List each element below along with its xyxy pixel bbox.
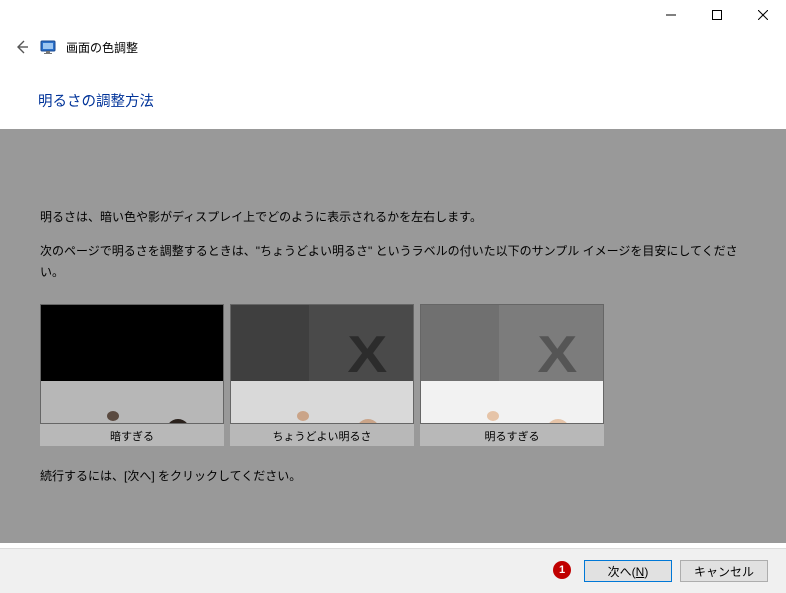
sample-too-bright: X 明るすぎる xyxy=(420,304,604,446)
next-button-label-prefix: 次へ( xyxy=(608,565,636,579)
footer: 次へ(N) キャンセル xyxy=(0,548,786,593)
back-arrow-icon[interactable] xyxy=(14,39,30,55)
next-button-label-suffix: ) xyxy=(644,565,648,579)
header: 画面の色調整 xyxy=(0,30,786,64)
cancel-button[interactable]: キャンセル xyxy=(680,560,768,582)
window-controls xyxy=(648,0,786,30)
sample-caption-dark: 暗すぎる xyxy=(40,424,224,446)
sample-good: X ちょうどよい明るさ xyxy=(230,304,414,446)
sample-caption-bright: 明るすぎる xyxy=(420,424,604,446)
app-title: 画面の色調整 xyxy=(66,39,138,56)
page-heading: 明るさの調整方法 xyxy=(38,90,786,111)
maximize-button[interactable] xyxy=(694,0,740,30)
sample-images-row: 暗すぎる X ちょうどよい明るさ xyxy=(40,304,746,446)
paragraph-2: 次のページで明るさを調整するときは、"ちょうどよい明るさ" というラベルの付いた… xyxy=(40,241,746,282)
close-button[interactable] xyxy=(740,0,786,30)
content-panel: 明るさは、暗い色や影がディスプレイ上でどのように表示されるかを左右します。 次の… xyxy=(0,129,786,543)
next-button[interactable]: 次へ(N) xyxy=(584,560,672,582)
minimize-button[interactable] xyxy=(648,0,694,30)
sample-caption-good: ちょうどよい明るさ xyxy=(230,424,414,446)
sample-too-dark: 暗すぎる xyxy=(40,304,224,446)
cancel-button-label: キャンセル xyxy=(694,565,754,579)
sample-image-good: X xyxy=(230,304,414,424)
heading-area: 明るさの調整方法 xyxy=(0,64,786,129)
annotation-step-1: 1 xyxy=(553,561,571,579)
titlebar xyxy=(0,0,786,30)
sample-image-bright: X xyxy=(420,304,604,424)
sample-image-dark xyxy=(40,304,224,424)
continue-hint: 続行するには、[次へ] をクリックしてください。 xyxy=(40,466,746,486)
paragraph-1: 明るさは、暗い色や影がディスプレイ上でどのように表示されるかを左右します。 xyxy=(40,207,746,227)
app-icon xyxy=(40,39,56,55)
